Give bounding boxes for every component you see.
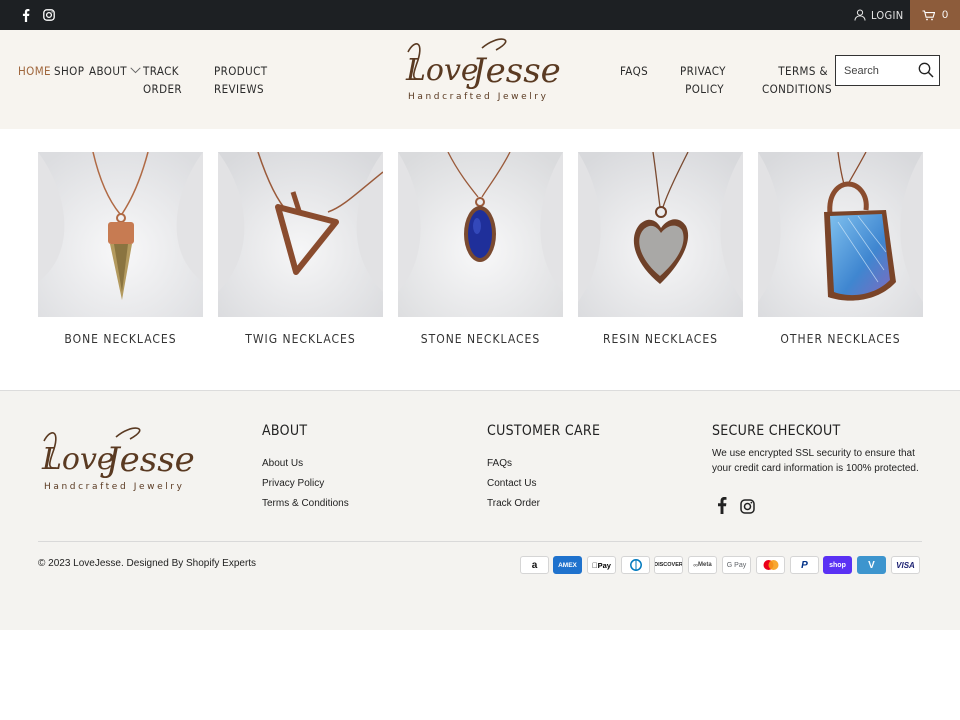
search-box (835, 55, 940, 86)
nav-product-reviews[interactable]: PRODUCT REVIEWS (214, 62, 267, 98)
cart-icon (922, 9, 935, 20)
resin-necklace-image (578, 152, 743, 317)
diners-club-icon (621, 556, 650, 574)
svg-text:Jesse: Jesse (100, 440, 195, 480)
amazon-pay-icon: a (520, 556, 549, 574)
cart-count: 0 (941, 9, 949, 21)
nav-terms-conditions[interactable]: TERMS & CONDITIONS (762, 62, 832, 98)
nav-about-label: ABOUT (89, 64, 128, 78)
stone-necklace-image (398, 152, 563, 317)
login-label: LOGIN (871, 8, 904, 22)
footer-logo-tagline: Handcrafted Jewelry (44, 482, 185, 492)
footer-link-faqs[interactable]: FAQs (487, 458, 512, 469)
product-card-other[interactable]: OTHER NECKLACES (758, 152, 923, 346)
footer-facebook-icon[interactable] (717, 497, 727, 519)
nav-privacy-policy[interactable]: PRIVACY POLICY (680, 62, 725, 98)
product-label: BONE NECKLACES (64, 332, 177, 346)
nav-home[interactable]: HOME (18, 62, 51, 80)
copyright-text: © 2023 LoveJesse. Designed By Shopify Ex… (38, 558, 257, 569)
footer-customer-care-title: CUSTOMER CARE (487, 423, 601, 439)
svg-text:Love: Love (405, 53, 479, 88)
footer-link-privacy-policy[interactable]: Privacy Policy (262, 478, 324, 489)
apple-pay-icon: Pay (587, 556, 616, 574)
site-header: HOME SHOP ABOUT TRACK ORDER PRODUCT REVI… (0, 30, 960, 129)
footer-secure-checkout-title: SECURE CHECKOUT (712, 423, 841, 439)
instagram-icon[interactable] (41, 0, 57, 30)
product-label: RESIN NECKLACES (602, 332, 719, 346)
nav-about[interactable]: ABOUT (89, 62, 141, 80)
amex-icon: AMEX (553, 556, 582, 574)
product-card-stone[interactable]: STONE NECKLACES (398, 152, 563, 346)
product-label: TWIG NECKLACES (245, 332, 356, 346)
logo-tagline: Handcrafted Jewelry (408, 92, 549, 102)
product-card-twig[interactable]: TWIG NECKLACES (218, 152, 383, 346)
mastercard-icon (756, 556, 785, 574)
footer-secure-checkout-text: We use encrypted SSL security to ensure … (712, 448, 919, 474)
product-card-resin[interactable]: RESIN NECKLACES (578, 152, 743, 346)
product-card-bone[interactable]: BONE NECKLACES (38, 152, 203, 346)
paypal-icon: P (790, 556, 819, 574)
footer-link-contact-us[interactable]: Contact Us (487, 478, 536, 489)
facebook-icon[interactable] (18, 0, 34, 30)
meta-pay-icon: ∞ Meta (688, 556, 717, 574)
svg-text:Jesse: Jesse (466, 51, 560, 91)
top-bar: LOGIN 0 (0, 0, 960, 30)
search-icon[interactable] (918, 62, 934, 78)
footer-link-track-order[interactable]: Track Order (487, 498, 540, 509)
chevron-down-icon (130, 67, 141, 74)
venmo-icon: V (857, 556, 886, 574)
nav-track-order[interactable]: TRACK ORDER (143, 62, 182, 98)
shop-pay-icon: shop (823, 556, 852, 574)
search-input[interactable] (836, 56, 914, 85)
discover-icon: DISCOVER (654, 556, 683, 574)
user-icon (854, 9, 866, 21)
google-pay-icon: G Pay (722, 556, 751, 574)
footer-instagram-icon[interactable] (740, 499, 755, 519)
product-label: OTHER NECKLACES (780, 332, 901, 346)
other-necklace-image (758, 152, 923, 317)
nav-faqs[interactable]: FAQS (620, 62, 648, 80)
login-link[interactable]: LOGIN (854, 0, 903, 30)
twig-necklace-image (218, 152, 383, 317)
footer-about-title: ABOUT (262, 423, 308, 439)
product-label: STONE NECKLACES (420, 332, 541, 346)
bone-necklace-image (38, 152, 203, 317)
footer-link-about-us[interactable]: About Us (262, 458, 303, 469)
footer-link-terms[interactable]: Terms & Conditions (262, 498, 349, 509)
site-footer: Love Jesse Handcrafted Jewelry ABOUT Abo… (0, 390, 960, 630)
svg-text:Love: Love (41, 442, 115, 477)
footer-divider (38, 541, 922, 542)
cart-button[interactable]: 0 (910, 0, 960, 30)
nav-shop[interactable]: SHOP (54, 62, 84, 80)
visa-icon: VISA (891, 556, 920, 574)
